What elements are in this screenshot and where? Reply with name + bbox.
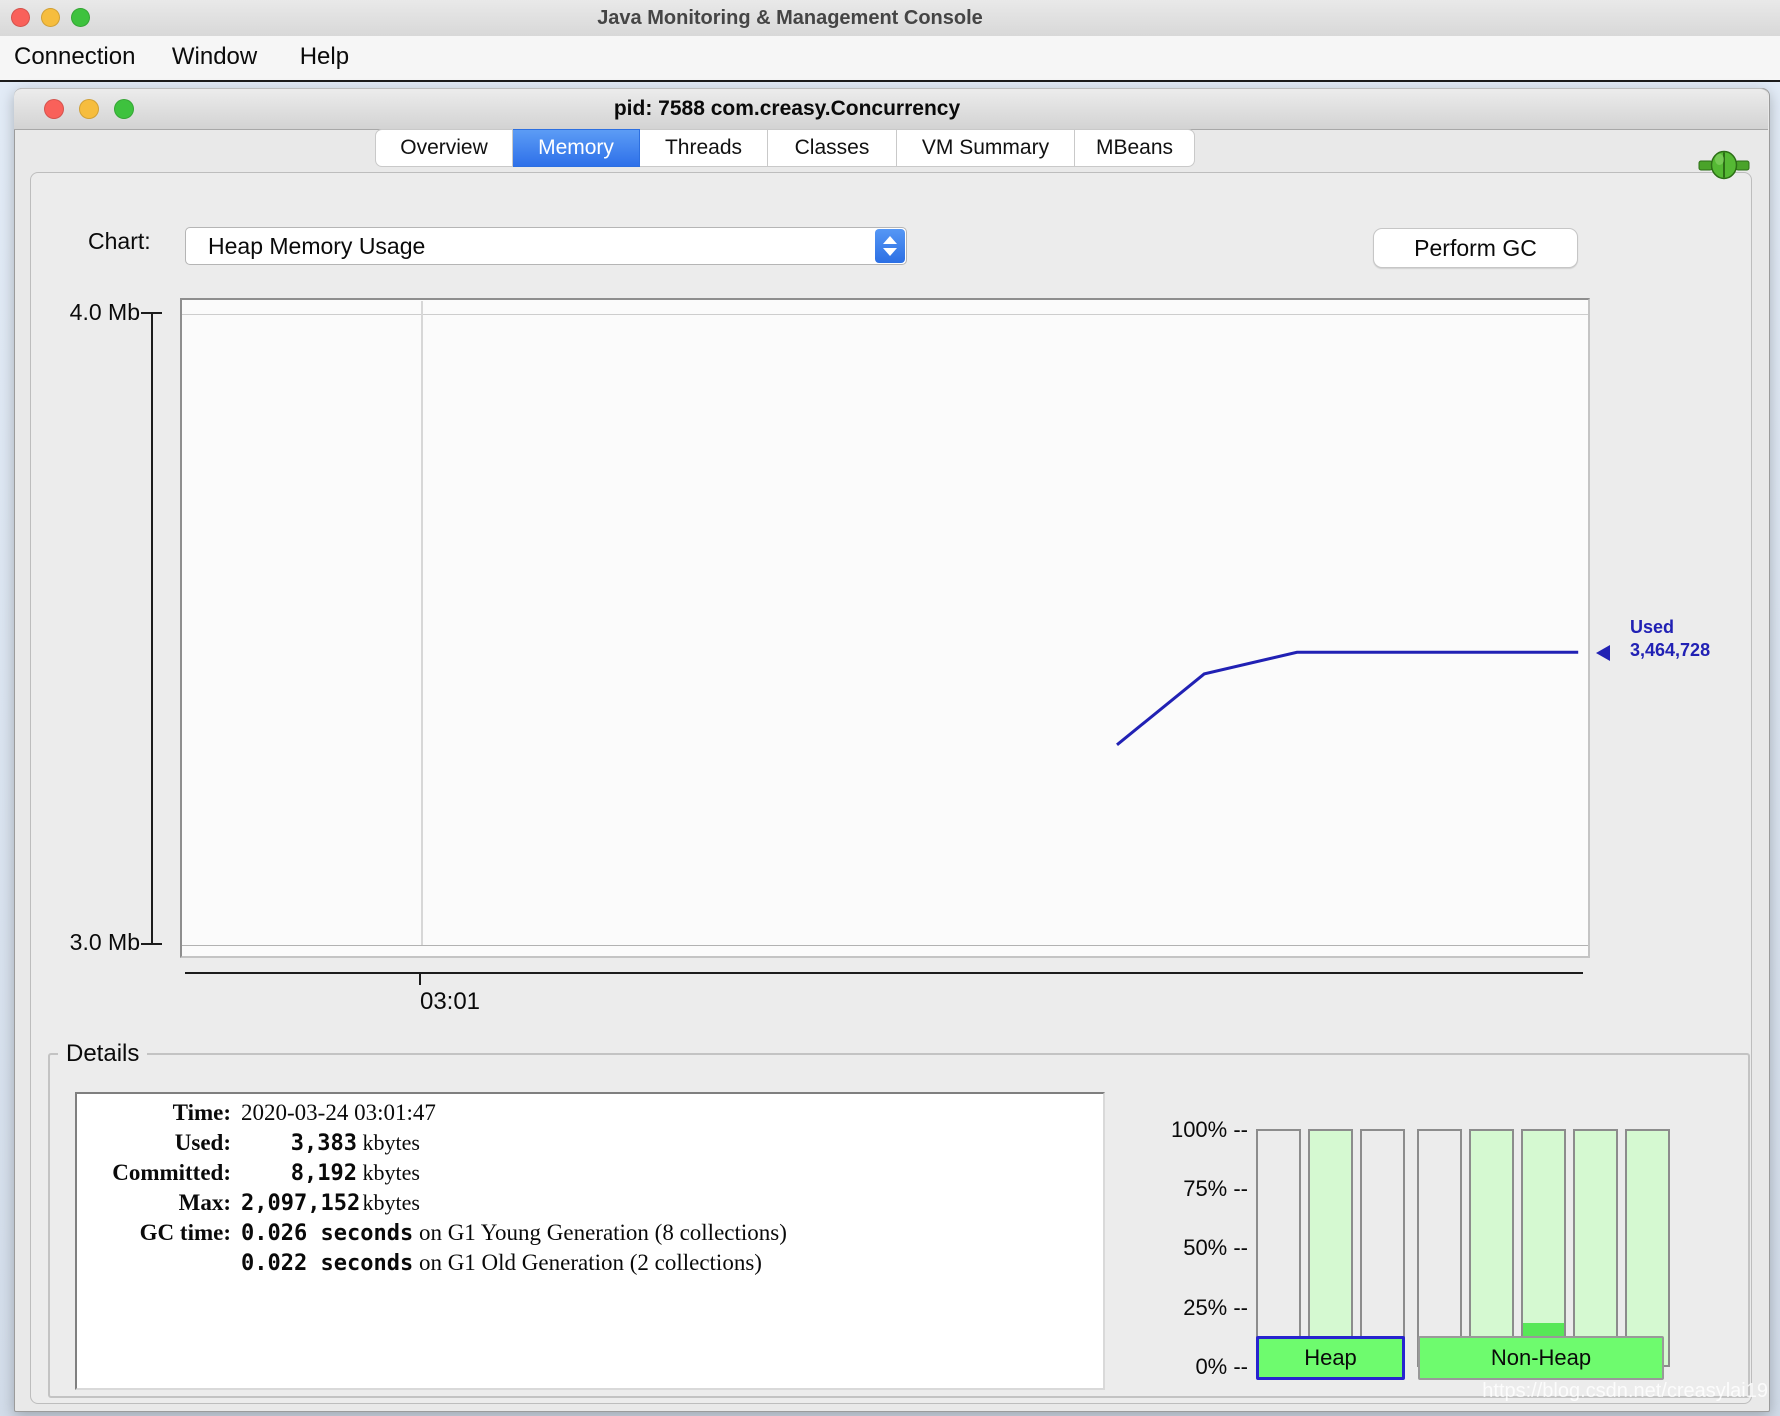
heap-button[interactable]: Heap xyxy=(1256,1336,1405,1380)
watermark: https://blog.csdn.net/creasylai19 xyxy=(1400,1380,1768,1403)
jconsole-app: Java Monitoring & Management Console Con… xyxy=(0,0,1780,1416)
menu-window[interactable]: Window xyxy=(172,36,257,78)
pct-tick-75: 75% -- xyxy=(1128,1176,1248,1202)
pool-bar-nonheap-4 xyxy=(1417,1129,1462,1367)
x-axis-tick-label: 03:01 xyxy=(390,988,510,1016)
x-axis-tick xyxy=(419,972,421,985)
tab-overview[interactable]: Overview xyxy=(375,129,513,167)
details-rows: Time: 2020-03-24 03:01:47 Used: 3,383 kb… xyxy=(85,1100,1095,1280)
tab-memory[interactable]: Memory xyxy=(513,129,640,167)
pool-bar-heap-2 xyxy=(1308,1129,1353,1367)
detail-row-gc-young: GC time: 0.026 seconds on G1 Young Gener… xyxy=(85,1220,1095,1250)
tab-mbeans[interactable]: MBeans xyxy=(1075,129,1195,167)
tab-vm-summary[interactable]: VM Summary xyxy=(897,129,1075,167)
tab-threads[interactable]: Threads xyxy=(640,129,768,167)
pool-bar-nonheap-6 xyxy=(1521,1129,1566,1367)
details-legend: Details xyxy=(58,1040,147,1068)
chart-select-value: Heap Memory Usage xyxy=(208,228,425,264)
tab-classes[interactable]: Classes xyxy=(768,129,897,167)
x-axis-line xyxy=(185,972,1583,974)
menubar: Connection Window Help xyxy=(0,36,1780,82)
pool-bar-nonheap-5 xyxy=(1469,1129,1514,1367)
heap-usage-plot xyxy=(180,298,1590,958)
y-axis-tick-top xyxy=(141,312,162,314)
used-series-value: 3,464,728 xyxy=(1630,639,1710,662)
pct-tick-100: 100% -- xyxy=(1128,1117,1248,1143)
pct-tick-25: 25% -- xyxy=(1128,1295,1248,1321)
used-marker-icon xyxy=(1596,645,1610,661)
chevron-up-down-icon[interactable] xyxy=(875,229,905,263)
heap-line xyxy=(1117,652,1578,745)
y-axis-tick-bottom xyxy=(141,943,162,945)
pct-tick-50: 50% -- xyxy=(1128,1235,1248,1261)
detail-row-used: Used: 3,383 kbytes xyxy=(85,1130,1095,1160)
tab-bar: OverviewMemoryThreadsClassesVM SummaryMB… xyxy=(375,129,1195,167)
macos-titlebar: Java Monitoring & Management Console xyxy=(0,0,1780,37)
detail-row-gc-old: 0.022 seconds on G1 Old Generation (2 co… xyxy=(85,1250,1095,1280)
pool-bar-heap-1 xyxy=(1256,1129,1301,1367)
perform-gc-button[interactable]: Perform GC xyxy=(1373,228,1578,268)
non-heap-button[interactable]: Non-Heap xyxy=(1418,1336,1664,1380)
chart-select[interactable]: Heap Memory Usage xyxy=(185,227,907,265)
heap-line-svg xyxy=(182,300,1588,956)
used-series-label: Used 3,464,728 xyxy=(1630,616,1710,662)
pool-bar-nonheap-7 xyxy=(1573,1129,1618,1367)
detail-row-committed: Committed: 8,192 kbytes xyxy=(85,1160,1095,1190)
connection-plug-icon[interactable] xyxy=(1698,150,1750,180)
pool-bars xyxy=(1256,1129,1670,1367)
y-axis-line xyxy=(151,313,153,945)
pool-bar-nonheap-8 xyxy=(1625,1129,1670,1367)
pool-bar-heap-3 xyxy=(1360,1129,1405,1367)
chart-select-label: Chart: xyxy=(88,228,151,255)
y-axis-min-label: 3.0 Mb xyxy=(40,929,140,956)
used-series-name: Used xyxy=(1630,616,1710,639)
y-axis-max-label: 4.0 Mb xyxy=(40,299,140,326)
detail-row-max: Max: 2,097,152 kbytes xyxy=(85,1190,1095,1220)
menu-connection[interactable]: Connection xyxy=(14,36,135,78)
menu-help[interactable]: Help xyxy=(300,36,349,78)
pct-tick-0: 0% -- xyxy=(1128,1354,1248,1380)
console-window-title: pid: 7588 com.creasy.Concurrency xyxy=(14,88,1560,130)
detail-row-time: Time: 2020-03-24 03:01:47 xyxy=(85,1100,1095,1130)
app-title: Java Monitoring & Management Console xyxy=(0,0,1580,36)
